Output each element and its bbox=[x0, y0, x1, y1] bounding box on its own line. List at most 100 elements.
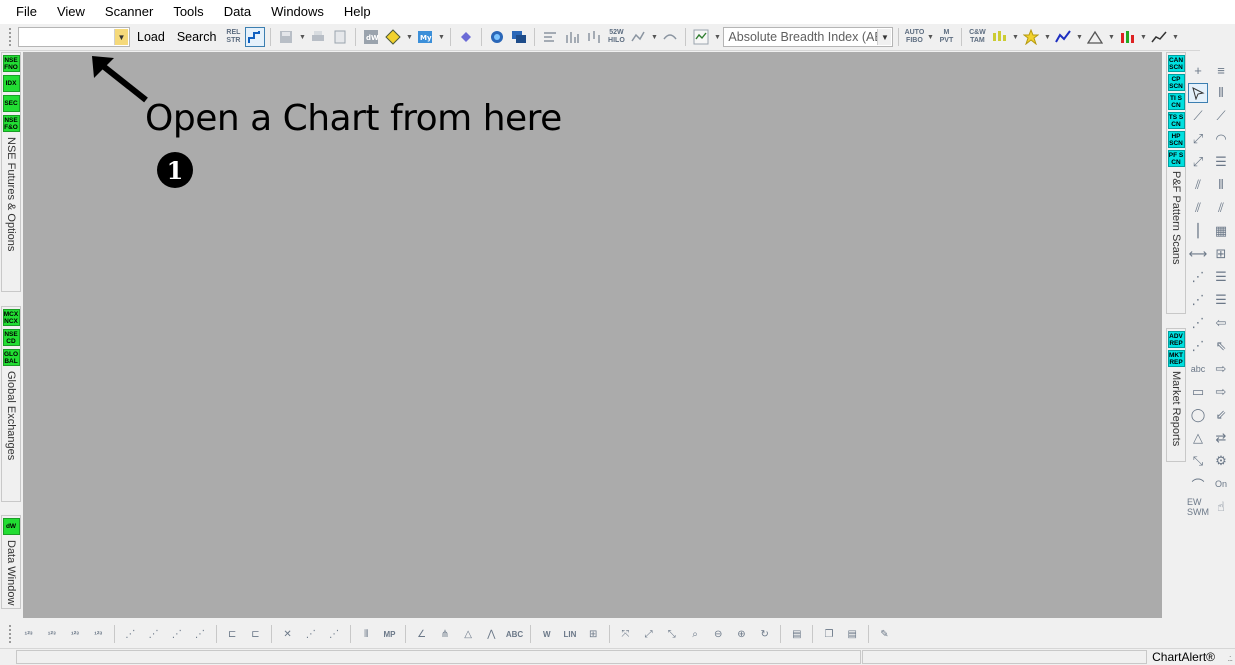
cursor-r-icon[interactable]: ☝ bbox=[1211, 497, 1231, 517]
fib-time-icon[interactable]: ⦀ bbox=[1211, 175, 1231, 195]
nse-fno-badge[interactable]: NSE FNO bbox=[2, 55, 20, 72]
fib-arcs-icon[interactable]: ◠ bbox=[1211, 129, 1231, 149]
cp-scn-badge[interactable]: CP SCN bbox=[1167, 74, 1185, 91]
triangle-tool-icon[interactable]: △ bbox=[457, 624, 478, 644]
menu-tools[interactable]: Tools bbox=[163, 0, 213, 24]
wave-abc-icon[interactable]: ¹²³ bbox=[88, 624, 109, 644]
w-pattern-button[interactable]: W bbox=[536, 624, 557, 644]
can-scn-badge[interactable]: CAN SCN bbox=[1167, 55, 1185, 72]
text-tool-button[interactable]: abc bbox=[1188, 359, 1208, 379]
chevron-down-icon[interactable]: ▼ bbox=[1107, 34, 1115, 41]
auto-fibo-button[interactable]: AUTO FIBO bbox=[904, 27, 925, 47]
zoom-out-icon[interactable]: ⊖ bbox=[708, 624, 729, 644]
wave-123b-icon[interactable]: ¹²³ bbox=[41, 624, 62, 644]
chevron-down-icon[interactable]: ▼ bbox=[437, 34, 445, 41]
paste-icon[interactable]: ▤ bbox=[842, 624, 863, 644]
abc-pattern-button[interactable]: ABC bbox=[504, 624, 525, 644]
settings-tool-icon[interactable]: ⚙ bbox=[1211, 451, 1231, 471]
stoploss-line-2-icon[interactable]: ⤢ bbox=[1188, 152, 1208, 172]
chevron-down-icon[interactable]: ▼ bbox=[405, 34, 413, 41]
ts-scn-badge[interactable]: TS SCN bbox=[1167, 112, 1185, 129]
triangle-icon[interactable]: △ bbox=[1188, 428, 1208, 448]
line-chart-icon[interactable] bbox=[1149, 27, 1169, 47]
pointer-icon[interactable] bbox=[1188, 83, 1208, 103]
nse-fo-badge[interactable]: NSE F&O bbox=[2, 115, 20, 132]
trendline-icon[interactable]: ⟋ bbox=[1188, 106, 1208, 126]
rectangle-icon[interactable]: ▭ bbox=[1188, 382, 1208, 402]
ti-scn-badge[interactable]: TI SCN bbox=[1167, 93, 1185, 110]
cross-lines-icon[interactable]: ✕ bbox=[277, 624, 298, 644]
lines-icon[interactable]: ☰ bbox=[1211, 267, 1231, 287]
puzzle-icon[interactable] bbox=[456, 27, 476, 47]
chevron-down-icon[interactable]: ▼ bbox=[1011, 34, 1019, 41]
zoom-in-icon[interactable]: ⊕ bbox=[731, 624, 752, 644]
stoploss-line-icon[interactable]: ⤢ bbox=[1188, 129, 1208, 149]
chevron-down-icon[interactable]: ▼ bbox=[713, 34, 721, 41]
chevron-down-icon[interactable]: ▼ bbox=[298, 34, 306, 41]
breadth-icon[interactable] bbox=[628, 27, 648, 47]
menu-scanner[interactable]: Scanner bbox=[95, 0, 163, 24]
bars-icon[interactable] bbox=[562, 27, 582, 47]
menu-data[interactable]: Data bbox=[214, 0, 261, 24]
market-reports-label[interactable]: Market Reports bbox=[1170, 371, 1182, 446]
vertical-line-icon[interactable]: ⎮ bbox=[1188, 221, 1208, 241]
fib-fan-icon[interactable]: ⟋ bbox=[1211, 106, 1231, 126]
global-panel-label[interactable]: Global Exchanges bbox=[5, 371, 17, 460]
horizontal-lines-icon[interactable]: ≡ bbox=[1211, 60, 1231, 80]
menu-view[interactable]: View bbox=[47, 0, 95, 24]
grid-icon[interactable]: ⊞ bbox=[583, 624, 604, 644]
chart-style-button[interactable] bbox=[245, 27, 266, 47]
ma-icon[interactable] bbox=[660, 27, 680, 47]
fan-lines-2-icon[interactable]: ⋰ bbox=[323, 624, 344, 644]
toolbar-grip[interactable] bbox=[9, 625, 13, 643]
level-2-icon[interactable]: ⊏ bbox=[245, 624, 266, 644]
dw-badge[interactable]: dW bbox=[2, 518, 20, 535]
chevron-down-icon[interactable]: ▼ bbox=[1043, 34, 1051, 41]
fan-2-icon[interactable]: ⋰ bbox=[1188, 290, 1208, 310]
menu-help[interactable]: Help bbox=[334, 0, 381, 24]
arrow-right-2-icon[interactable]: ⇨ bbox=[1211, 382, 1231, 402]
swing-icon[interactable]: ⇄ bbox=[1211, 428, 1231, 448]
chevron-down-icon[interactable]: ▼ bbox=[877, 29, 892, 45]
zoom-area-icon[interactable]: ⤡ bbox=[661, 624, 682, 644]
relative-strength-button[interactable]: REL STR bbox=[223, 27, 243, 47]
arc-icon[interactable]: ⌒ bbox=[1188, 474, 1208, 494]
chevron-down-icon[interactable]: ▼ bbox=[926, 34, 934, 41]
pitchfork-icon[interactable]: ⋔ bbox=[434, 624, 455, 644]
channel-stoploss-icon[interactable]: ⫽ bbox=[1188, 198, 1208, 218]
grid-icon[interactable]: ⊞ bbox=[1211, 244, 1231, 264]
wave-123-icon[interactable]: ¹²³ bbox=[18, 624, 39, 644]
chevron-down-icon[interactable]: ▼ bbox=[1075, 34, 1083, 41]
ew-wave-4-icon[interactable]: ⋰ bbox=[189, 624, 210, 644]
chevron-down-icon[interactable]: ▼ bbox=[650, 34, 658, 41]
w52-hilo-button[interactable]: 52W HILO bbox=[606, 27, 626, 47]
fib-retracement-icon[interactable]: ☰ bbox=[1211, 152, 1231, 172]
pattern-scans-label[interactable]: P&F Pattern Scans bbox=[1170, 171, 1182, 265]
fan-lines-icon[interactable]: ⋰ bbox=[300, 624, 321, 644]
horizontal-line-icon[interactable]: ⟷ bbox=[1188, 244, 1208, 264]
expand-icon[interactable]: ⤢ bbox=[638, 624, 659, 644]
cw-tam-button[interactable]: C&W TAM bbox=[967, 27, 987, 47]
angle-icon[interactable]: ∠ bbox=[411, 624, 432, 644]
indicator-select[interactable]: Absolute Breadth Index (AB ▼ bbox=[723, 27, 894, 47]
candle-icon[interactable] bbox=[989, 27, 1009, 47]
lines-2-icon[interactable]: ☰ bbox=[1211, 290, 1231, 310]
resize-icon[interactable]: ⤡ bbox=[1188, 451, 1208, 471]
ew-wave-icon[interactable]: ⋰ bbox=[120, 624, 141, 644]
data-window-icon[interactable]: dW bbox=[361, 27, 381, 47]
save-icon[interactable] bbox=[276, 27, 296, 47]
head-shoulders-icon[interactable]: ⋀ bbox=[481, 624, 502, 644]
internet-icon[interactable] bbox=[487, 27, 507, 47]
copy-icon[interactable]: ❐ bbox=[818, 624, 839, 644]
mp-button[interactable]: MP bbox=[379, 624, 400, 644]
gann-fan-icon[interactable]: ⫽ bbox=[1211, 198, 1231, 218]
arrow-right-icon[interactable]: ⇨ bbox=[1211, 359, 1231, 379]
ew-wave-2-icon[interactable]: ⋰ bbox=[143, 624, 164, 644]
nse-cd-badge[interactable]: NSE CD bbox=[2, 329, 20, 346]
mkt-rep-badge[interactable]: MKT REP bbox=[1167, 350, 1185, 367]
m-pvt-button[interactable]: M PVT bbox=[936, 27, 956, 47]
chevron-down-icon[interactable]: ▼ bbox=[1171, 34, 1179, 41]
zoom-icon[interactable]: ⌕ bbox=[684, 624, 705, 644]
grid-cross-icon[interactable]: ▦ bbox=[1211, 221, 1231, 241]
toolbar-grip[interactable] bbox=[9, 28, 13, 46]
